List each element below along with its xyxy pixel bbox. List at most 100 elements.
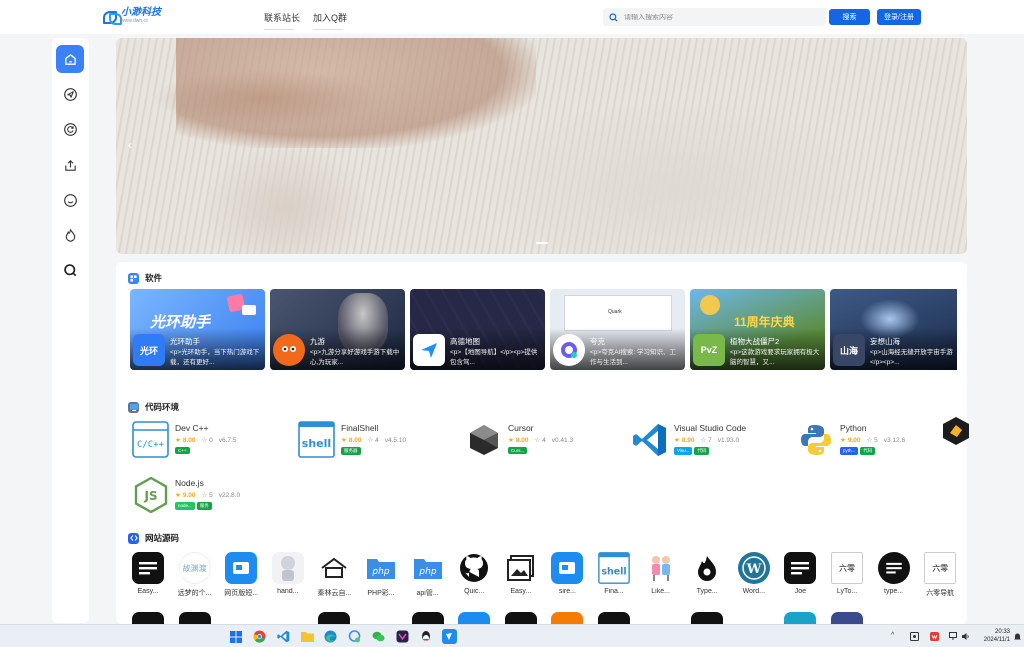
source-item[interactable]: shell Fina... [596,552,632,595]
tray-volume-icon[interactable] [961,632,969,640]
tray-app-icon[interactable] [910,632,919,641]
source-item-partial[interactable] [643,612,679,624]
software-card[interactable]: Quark 夸克 <p>夸克AI搜索: 学习知识、工作与生活到... [550,289,685,370]
source-item[interactable]: php PHP彩... [363,552,399,598]
floating-app-logo-icon[interactable] [942,416,970,446]
source-item[interactable]: php api管... [410,552,446,598]
source-item[interactable]: Type... [689,552,725,595]
source-item[interactable]: Easy... [130,552,166,595]
tray-wps-icon[interactable] [930,632,939,641]
file-explorer-icon[interactable] [300,629,315,644]
source-item-partial[interactable] [503,612,539,624]
home-icon [64,53,76,65]
sidebar-item-upload[interactable] [56,151,84,179]
software-card[interactable]: 山海 妄想山海 <p>山海经无缝开放宇宙手游</p><p>... [830,289,957,370]
tag[interactable]: 代码 [860,447,876,455]
source-item-partial[interactable] [876,612,912,624]
source-item-partial[interactable] [177,612,213,624]
site-logo[interactable]: 小渺科技 www.dwn.cc [103,8,161,25]
tag[interactable]: 服务器 [341,447,361,455]
software-card[interactable]: 高德地图 <p>【地图导航】</p><p>提供包含驾... [410,289,545,370]
python-logo-icon [797,421,834,458]
source-item[interactable]: 网页版短... [223,552,259,598]
source-item-partial[interactable] [782,612,818,624]
tray-notification-icon[interactable] [1013,632,1021,640]
source-item-partial[interactable] [829,612,865,624]
source-item[interactable]: hand... [270,552,306,595]
edge-icon[interactable] [323,629,338,644]
feishu-icon[interactable] [442,629,457,644]
qq-icon[interactable] [418,629,433,644]
source-item[interactable]: Joe [782,552,818,595]
source-item[interactable]: Like... [643,552,679,595]
source-item[interactable]: sire... [549,552,585,595]
source-item[interactable]: type... [876,552,912,595]
code-env-item[interactable]: shell FinalShell ★ 8.00 ☆ 4 v4.5.10 服务器 [298,421,458,461]
sidebar-item-fire[interactable] [56,221,84,249]
source-item[interactable]: Quic... [456,552,492,595]
media-app-icon[interactable] [395,629,410,644]
code-env-item[interactable]: Cursor ★ 8.00 ☆ 4 v0.41.3 Curs... [465,421,625,461]
typecho-icon [691,552,724,584]
chat-app-icon[interactable] [347,629,362,644]
tag[interactable]: Curs... [508,447,528,454]
sidebar-item-smile[interactable] [56,186,84,214]
source-item[interactable]: W Word... [736,552,772,595]
nav-join-qq-group[interactable]: 加入Q群 [313,11,347,30]
chrome-icon[interactable] [252,629,267,644]
code-env-item[interactable]: C/C++ Dev C++ ★ 8.00 ☆ 0 v6.7.5 C++ [132,421,292,461]
source-item-label: PHP彩... [367,590,395,597]
source-item-partial[interactable] [596,612,632,624]
source-item-partial[interactable] [410,612,446,624]
tray-chevron-icon[interactable]: ^ [891,632,899,640]
source-item-partial[interactable] [689,612,725,624]
source-item-partial[interactable] [223,612,259,624]
carousel-indicator[interactable] [536,242,548,244]
section-code-env-title: 代码环境 [128,401,179,413]
source-item-partial[interactable] [456,612,492,624]
liuling-nav-icon: 六零 [924,552,957,584]
source-item-partial[interactable] [736,612,772,624]
code-env-item[interactable]: Visual Studio Code ★ 8.90 ☆ 7 v1.93.0 Visu.… [631,421,791,461]
software-card[interactable]: 九游 <p>九游分享好游戏手游下载中心,为玩家... [270,289,405,370]
source-item[interactable]: 秦林云自... [316,552,352,598]
windows-start-icon[interactable] [228,629,243,644]
sidebar-item-send[interactable] [56,80,84,108]
source-item-partial[interactable] [270,612,306,624]
source-item[interactable]: 故渊渡 远梦的个... [177,552,213,598]
sidebar-item-refresh[interactable] [56,115,84,143]
source-item-partial[interactable] [130,612,166,624]
system-clock[interactable]: 20:33 2024/11/1 [974,628,1010,644]
sidebar-item-home[interactable] [56,45,84,73]
source-item-label: type... [884,588,904,595]
source-item-partial[interactable] [549,612,585,624]
source-item-partial[interactable] [316,612,352,624]
software-card[interactable]: 光环助手 光环 光环助手 <p>光环助手，当下热门游戏下载，还有更好... [130,289,265,370]
source-item[interactable]: 六零 六零导航 [922,552,958,598]
carousel-prev-icon[interactable]: ‹ [128,138,132,152]
login-register-button[interactable]: 登录/注册 [877,9,921,25]
tag[interactable]: Visu... [674,447,693,455]
source-item-partial[interactable] [922,612,958,624]
source-item-partial[interactable] [363,612,399,624]
code-env-item[interactable]: JS Node.js ★ 9.00 ☆ 5 v22.8.0 node... 服务 [132,476,292,516]
tray-network-icon[interactable] [949,632,957,640]
hero-carousel[interactable]: ‹ [116,38,967,254]
tag[interactable]: node... [175,502,195,510]
tag[interactable]: C++ [175,447,190,454]
vscode-taskbar-icon[interactable] [276,629,291,644]
tag[interactable]: 代码 [694,447,710,455]
search-input[interactable] [624,13,814,21]
section-software-title: 软件 [128,272,162,284]
tag[interactable]: 服务 [196,502,212,510]
nav-contact-admin[interactable]: 联系站长 [264,11,300,30]
tag[interactable]: pyth... [840,447,859,455]
wechat-icon[interactable] [371,629,386,644]
source-item[interactable]: Easy... [503,552,539,595]
sidebar-item-search[interactable] [56,256,84,284]
source-item[interactable]: 六零 LyTo... [829,552,865,595]
code-env-item[interactable]: Python ★ 9.00 ☆ 5 v3.12.6 pyth... 代码 [797,421,947,461]
software-card[interactable]: 11周年庆典 PvZ 植物大战僵尸2 <p>这款游戏要求玩家拥有极大脑的智慧，又… [690,289,825,370]
search-button[interactable]: 搜索 [829,9,870,25]
search-icon [609,12,618,22]
